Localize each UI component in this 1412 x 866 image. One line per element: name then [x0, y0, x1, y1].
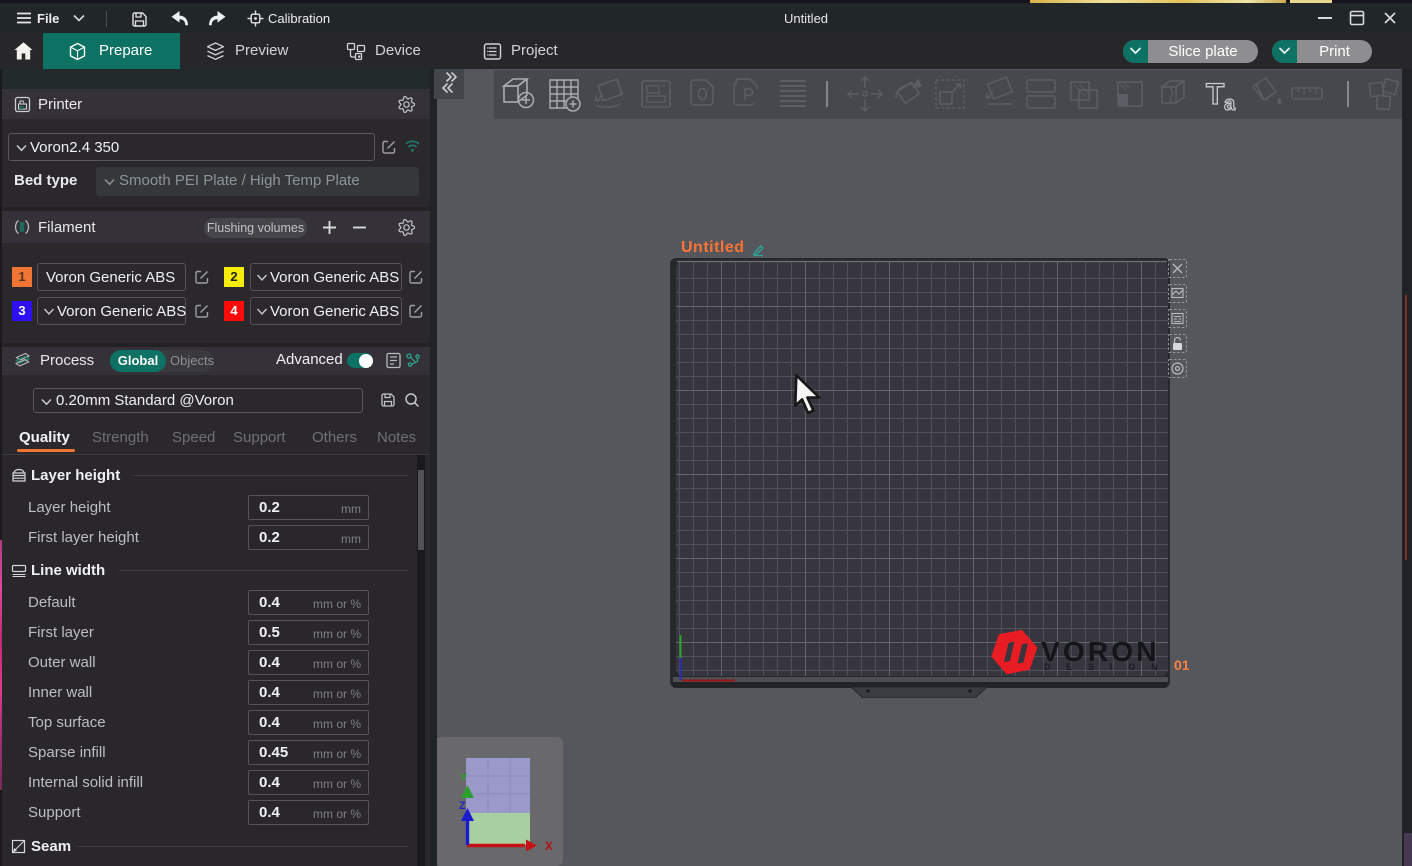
svg-text:DESIGN: DESIGN	[1044, 662, 1170, 672]
svg-text:Z: Z	[459, 800, 466, 812]
svg-text:T: T	[1206, 78, 1224, 111]
svg-text:a: a	[1224, 93, 1236, 115]
svg-text:X: X	[545, 841, 553, 853]
svg-text:Y: Y	[460, 772, 468, 784]
